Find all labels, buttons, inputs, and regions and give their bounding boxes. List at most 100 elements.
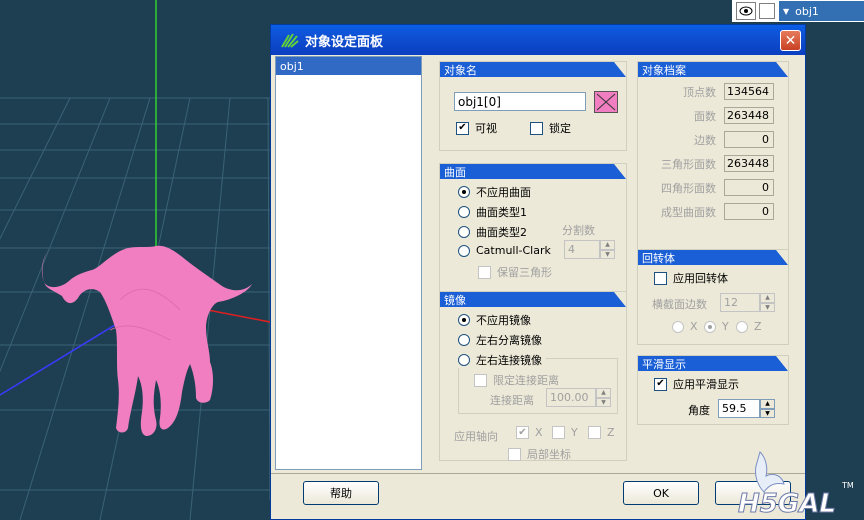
apply-lathe-label: 应用回转体 <box>673 272 728 285</box>
surface-catmull-radio[interactable]: Catmull-Clark <box>458 244 551 257</box>
segments-input[interactable]: 12 <box>720 293 760 312</box>
visibility-toggle[interactable] <box>736 2 756 20</box>
layer-color-swatch[interactable] <box>759 3 775 19</box>
help-button[interactable]: 帮助 <box>303 481 379 505</box>
radio-label: Y <box>722 320 729 333</box>
segments-label: 横截面边数 <box>652 298 707 311</box>
radio-circle <box>736 320 748 333</box>
close-button[interactable]: ✕ <box>780 30 801 51</box>
dialog-titlebar[interactable]: 对象设定面板 ✕ <box>271 25 805 55</box>
group-header: 镜像 <box>440 292 626 307</box>
surface-type1-radio[interactable]: 曲面类型1 <box>458 204 527 220</box>
checkbox-box <box>654 271 667 285</box>
radio-circle <box>458 354 470 366</box>
checkbox-box <box>478 265 491 279</box>
spin-down-icon: ▼ <box>760 408 775 418</box>
division-label: 分割数 <box>562 224 595 237</box>
mirror-connect-radio[interactable]: 左右连接镜像 <box>458 352 546 368</box>
radio-circle <box>458 206 470 218</box>
radio-label: 左右分离镜像 <box>476 334 542 347</box>
visible-checkbox[interactable]: ✔ 可视 <box>456 120 497 136</box>
stat-value: 263448 <box>724 107 774 124</box>
spin-up-icon: ▲ <box>760 399 775 409</box>
local-coords-checkbox[interactable]: 局部坐标 <box>508 446 571 462</box>
mirror-none-radio[interactable]: 不应用镜像 <box>458 312 531 328</box>
svg-text:TM: TM <box>841 481 854 490</box>
division-input[interactable]: 4 <box>564 240 600 259</box>
lathe-axis-x-radio[interactable]: X <box>672 320 698 333</box>
stat-label: 边数 <box>694 134 716 147</box>
radio-label: 曲面类型1 <box>476 206 527 219</box>
smooth-display-group: 平滑显示 ✔ 应用平滑显示 角度 59.5 ▲ ▼ <box>637 355 789 425</box>
angle-input[interactable]: 59.5 <box>718 399 760 418</box>
lathe-axis-z-radio[interactable]: Z <box>736 320 762 333</box>
stat-label: 成型曲面数 <box>661 206 716 219</box>
lathe-group: 回转体 应用回转体 横截面边数 12 ▲ ▼ X Y Z <box>637 249 789 345</box>
distance-label: 连接距离 <box>490 394 534 407</box>
spin-up-icon: ▲ <box>760 293 775 303</box>
axis-label: 应用轴向 <box>454 430 498 443</box>
dialog-title: 对象设定面板 <box>305 34 384 50</box>
radio-label: 左右连接镜像 <box>476 354 542 367</box>
surface-none-radio[interactable]: 不应用曲面 <box>458 184 531 200</box>
apply-lathe-checkbox[interactable]: 应用回转体 <box>654 270 728 286</box>
group-header: 回转体 <box>638 250 788 265</box>
spin-up-icon: ▲ <box>600 240 615 250</box>
mirror-separate-radio[interactable]: 左右分离镜像 <box>458 332 542 348</box>
stat-label: 三角形面数 <box>661 158 716 171</box>
radio-circle <box>672 320 684 333</box>
axis-y-label: Y <box>571 426 578 439</box>
checkmark-icon: ✔ <box>654 377 667 391</box>
surface-type2-radio[interactable]: 曲面类型2 <box>458 224 527 240</box>
lathe-axis-y-radio[interactable]: Y <box>704 320 729 333</box>
axis-y-checkbox[interactable]: Y <box>552 426 578 439</box>
axis-z-checkbox[interactable]: Z <box>588 426 615 439</box>
group-header: 平滑显示 <box>638 356 788 371</box>
stat-label: 顶点数 <box>683 86 716 99</box>
axis-z-label: Z <box>607 426 615 439</box>
object-settings-dialog: 对象设定面板 ✕ obj1 对象名 obj1[0] ✔ 可视 锁定 曲面 不应用曲… <box>270 24 806 520</box>
app-leaf-icon <box>281 33 299 48</box>
chevron-down-icon: ▼ <box>783 6 790 16</box>
object-name-input[interactable]: obj1[0] <box>454 92 586 111</box>
apply-smooth-checkbox[interactable]: ✔ 应用平滑显示 <box>654 376 739 392</box>
lock-checkbox[interactable]: 锁定 <box>530 120 571 136</box>
segments-spinner[interactable]: ▲ ▼ <box>760 293 775 312</box>
object-name-group: 对象名 obj1[0] ✔ 可视 锁定 <box>439 61 627 151</box>
spin-down-icon: ▼ <box>600 249 615 259</box>
object-stats-group: 对象档案 顶点数 134564 面数 263448 边数 0 三角形面数 263… <box>637 61 789 257</box>
stat-value: 0 <box>724 203 774 220</box>
keep-triangles-checkbox[interactable]: 保留三角形 <box>478 264 552 280</box>
stat-value: 134564 <box>724 83 774 100</box>
checkbox-box <box>474 373 487 387</box>
bottom-separator <box>271 473 805 474</box>
dinosaur-model[interactable] <box>0 0 270 520</box>
keep-triangles-label: 保留三角形 <box>497 266 552 279</box>
stat-value: 263448 <box>724 155 774 172</box>
division-spinner[interactable]: ▲ ▼ <box>600 240 615 259</box>
group-header: 对象名 <box>440 62 626 77</box>
ok-button[interactable]: OK <box>623 481 699 505</box>
object-list[interactable]: obj1 <box>275 56 422 470</box>
distance-spinner[interactable]: ▲ ▼ <box>596 388 611 407</box>
radio-label: X <box>690 320 698 333</box>
radio-label: 曲面类型2 <box>476 226 527 239</box>
lock-label: 锁定 <box>549 122 571 135</box>
list-item[interactable]: obj1 <box>276 57 421 75</box>
object-color-button[interactable] <box>594 91 618 113</box>
surface-group: 曲面 不应用曲面 曲面类型1 曲面类型2 Catmull-Clark 分割数 4… <box>439 163 627 311</box>
group-header: 曲面 <box>440 164 626 179</box>
layer-dropdown[interactable]: ▼ obj1 <box>779 1 864 21</box>
group-header: 对象档案 <box>638 62 788 77</box>
distance-input[interactable]: 100.00 <box>546 388 596 407</box>
axis-x-checkbox[interactable]: ✔ X <box>516 426 543 439</box>
angle-spinner[interactable]: ▲ ▼ <box>760 399 775 418</box>
layer-panel: ▼ obj1 <box>732 0 864 22</box>
radio-circle <box>458 314 470 326</box>
visible-label: 可视 <box>475 122 497 135</box>
checkmark-icon: ✔ <box>456 121 469 135</box>
angle-label: 角度 <box>688 404 710 417</box>
layer-row[interactable]: ▼ obj1 <box>736 1 864 21</box>
checkmark-icon: ✔ <box>516 426 529 439</box>
limit-distance-checkbox[interactable]: 限定连接距离 <box>474 372 559 388</box>
